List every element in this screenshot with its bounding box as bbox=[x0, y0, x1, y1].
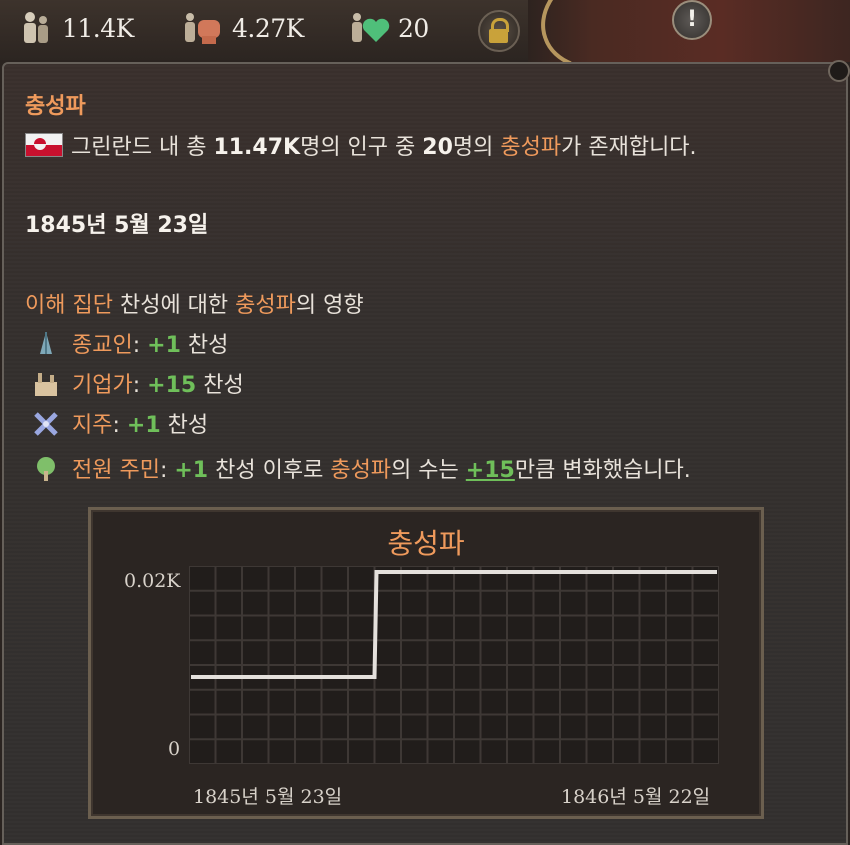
windmill-icon bbox=[34, 412, 58, 436]
y-tick-label: 0 bbox=[168, 738, 181, 760]
total-population: 11.47K bbox=[213, 135, 301, 160]
y-tick-label: 0.02K bbox=[124, 570, 181, 592]
interest-groups-link[interactable]: 이해 집단 bbox=[25, 293, 113, 318]
list-item: 종교인: +1 찬성 bbox=[32, 327, 228, 359]
chart-title: 충성파 bbox=[387, 527, 465, 560]
population-stat[interactable]: 11.4K bbox=[16, 8, 134, 48]
x-tick-label: 1845년 5월 23일 bbox=[193, 786, 343, 808]
ig-name[interactable]: 종교인 bbox=[72, 333, 133, 358]
change-value[interactable]: +15 bbox=[466, 458, 515, 483]
exclamation-icon: ! bbox=[686, 7, 698, 32]
influence-header: 이해 집단 찬성에 대한 충성파의 영향 bbox=[25, 293, 364, 318]
group-link[interactable]: 충성파 bbox=[330, 458, 391, 483]
military-value: 4.27K bbox=[232, 13, 304, 43]
ig-name[interactable]: 지주 bbox=[72, 413, 112, 438]
top-bar: 11.4K 4.27K 20 ! bbox=[0, 0, 850, 86]
group-link[interactable]: 충성파 bbox=[235, 293, 296, 318]
list-item: 지주: +1 찬성 bbox=[32, 407, 208, 439]
lock-button[interactable] bbox=[478, 10, 520, 52]
ig-name[interactable]: 전원 주민 bbox=[72, 458, 160, 483]
greenland-flag-icon bbox=[25, 133, 63, 157]
ig-name[interactable]: 기업가 bbox=[72, 373, 133, 398]
tree-icon bbox=[37, 457, 55, 481]
population-icon bbox=[24, 12, 48, 43]
alert-button[interactable]: ! bbox=[672, 0, 712, 40]
fist-icon bbox=[185, 13, 220, 44]
factory-icon bbox=[35, 373, 57, 396]
loyalist-count: 20 bbox=[422, 135, 453, 160]
plot-area bbox=[189, 566, 719, 764]
military-stat[interactable]: 4.27K bbox=[182, 8, 304, 48]
tooltip-title: 충성파 bbox=[25, 94, 86, 119]
pin-icon[interactable] bbox=[828, 60, 850, 82]
list-item: 기업가: +15 찬성 bbox=[32, 367, 244, 399]
praying-hands-icon bbox=[40, 332, 52, 354]
current-date: 1845년 5월 23일 bbox=[25, 213, 209, 238]
loyalists-value: 20 bbox=[398, 13, 429, 43]
loyalists-stat[interactable]: 20 bbox=[348, 8, 429, 48]
group-link[interactable]: 충성파 bbox=[500, 135, 561, 160]
list-item: 전원 주민: +1 찬성 이후로 충성파의 수는 +15만큼 변화했습니다. bbox=[32, 452, 691, 484]
region-name[interactable]: 그린란드 bbox=[71, 135, 152, 160]
population-summary: 그린란드 내 총 11.47K명의 인구 중 20명의 충성파가 존재합니다. bbox=[25, 129, 697, 161]
population-value: 11.4K bbox=[62, 13, 134, 43]
loyalist-heart-icon bbox=[352, 13, 390, 42]
x-tick-label: 1846년 5월 22일 bbox=[561, 786, 711, 808]
